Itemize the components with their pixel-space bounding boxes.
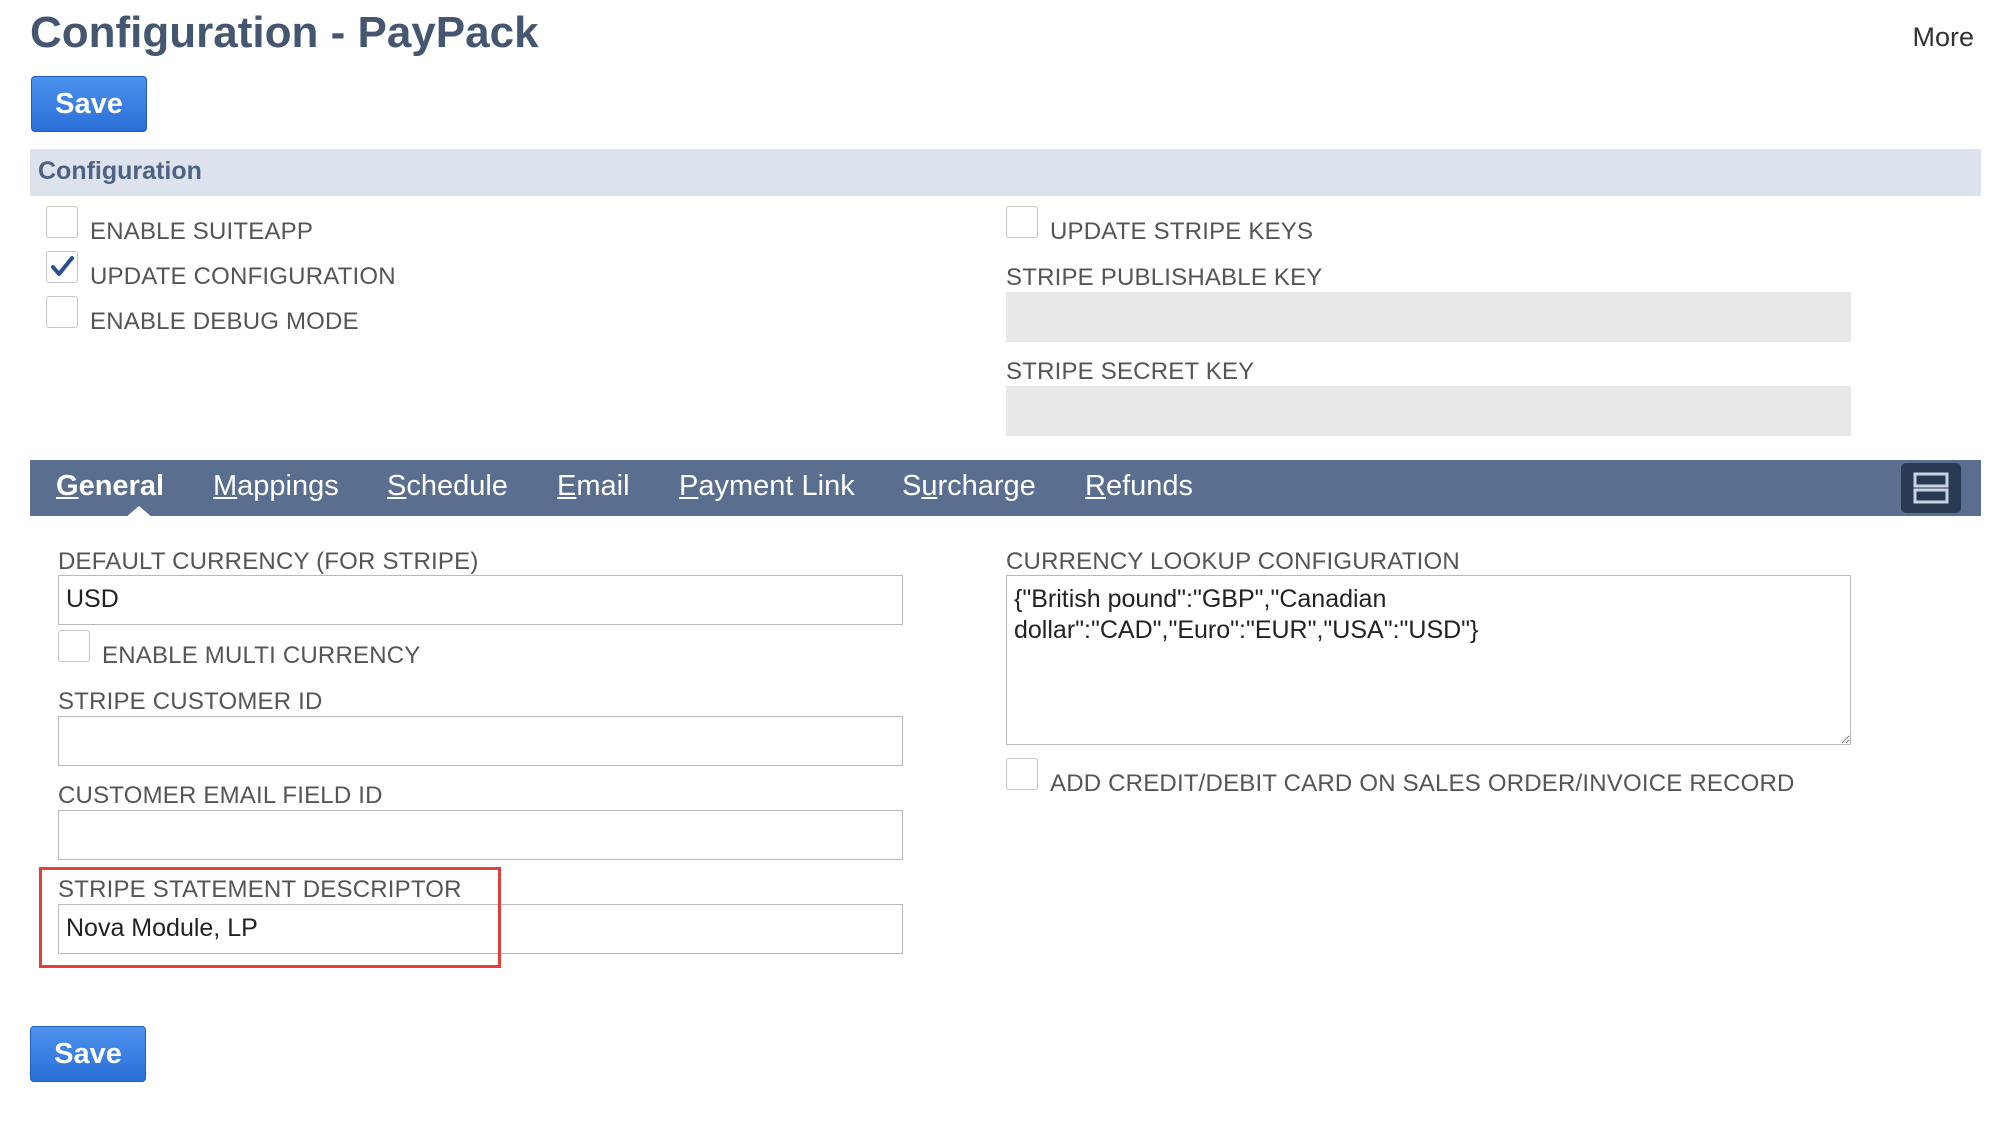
stripe-customer-id-input[interactable] — [58, 716, 903, 766]
enable-suiteapp-label: ENABLE SUITEAPP — [90, 218, 314, 245]
stripe-publishable-key-label: STRIPE PUBLISHABLE KEY — [1006, 264, 1323, 291]
stripe-secret-key-field[interactable] — [1006, 386, 1851, 436]
add-card-checkbox[interactable] — [1006, 758, 1038, 790]
update-configuration-label: UPDATE CONFIGURATION — [90, 263, 396, 290]
stripe-customer-id-label: STRIPE CUSTOMER ID — [58, 688, 323, 715]
tab-email[interactable]: Email — [557, 470, 630, 503]
section-title: Configuration — [38, 157, 202, 185]
enable-debug-mode-checkbox[interactable] — [46, 296, 78, 328]
tab-payment-link[interactable]: Payment Link — [679, 470, 855, 503]
save-button-top[interactable]: Save — [31, 76, 147, 132]
stripe-secret-key-label: STRIPE SECRET KEY — [1006, 358, 1255, 385]
checkmark-icon — [51, 256, 74, 276]
enable-suiteapp-checkbox[interactable] — [46, 206, 78, 238]
save-button-bottom[interactable]: Save — [30, 1026, 146, 1082]
customer-email-field-id-input[interactable] — [58, 810, 903, 860]
update-configuration-checkbox[interactable] — [46, 251, 78, 283]
configuration-section-header[interactable]: Configuration — [30, 149, 1981, 196]
update-stripe-keys-label: UPDATE STRIPE KEYS — [1050, 218, 1314, 245]
enable-debug-mode-label: ENABLE DEBUG MODE — [90, 308, 359, 335]
tab-mappings[interactable]: Mappings — [213, 470, 339, 503]
tab-surcharge[interactable]: Surcharge — [902, 470, 1036, 503]
currency-lookup-textarea[interactable] — [1006, 575, 1851, 745]
tab-refunds[interactable]: Refunds — [1085, 470, 1193, 503]
tab-general[interactable]: General — [56, 470, 164, 503]
stripe-publishable-key-field[interactable] — [1006, 292, 1851, 342]
subtab-bar: General Mappings Schedule Email Payment … — [30, 460, 1981, 518]
enable-multi-currency-label: ENABLE MULTI CURRENCY — [102, 642, 421, 669]
default-currency-input[interactable]: USD — [58, 575, 903, 625]
update-stripe-keys-checkbox[interactable] — [1006, 206, 1038, 238]
tab-schedule[interactable]: Schedule — [387, 470, 508, 503]
page-title: Configuration - PayPack — [30, 8, 539, 57]
layout-toggle-icon[interactable] — [1901, 463, 1961, 513]
active-tab-indicator — [125, 506, 153, 518]
more-link[interactable]: More — [1912, 22, 1974, 53]
currency-lookup-label: CURRENCY LOOKUP CONFIGURATION — [1006, 548, 1460, 575]
highlight-box — [39, 867, 501, 968]
customer-email-field-id-label: CUSTOMER EMAIL FIELD ID — [58, 782, 383, 809]
enable-multi-currency-checkbox[interactable] — [58, 630, 90, 662]
default-currency-label: DEFAULT CURRENCY (FOR STRIPE) — [58, 548, 479, 575]
add-card-label: ADD CREDIT/DEBIT CARD ON SALES ORDER/INV… — [1050, 770, 1795, 797]
